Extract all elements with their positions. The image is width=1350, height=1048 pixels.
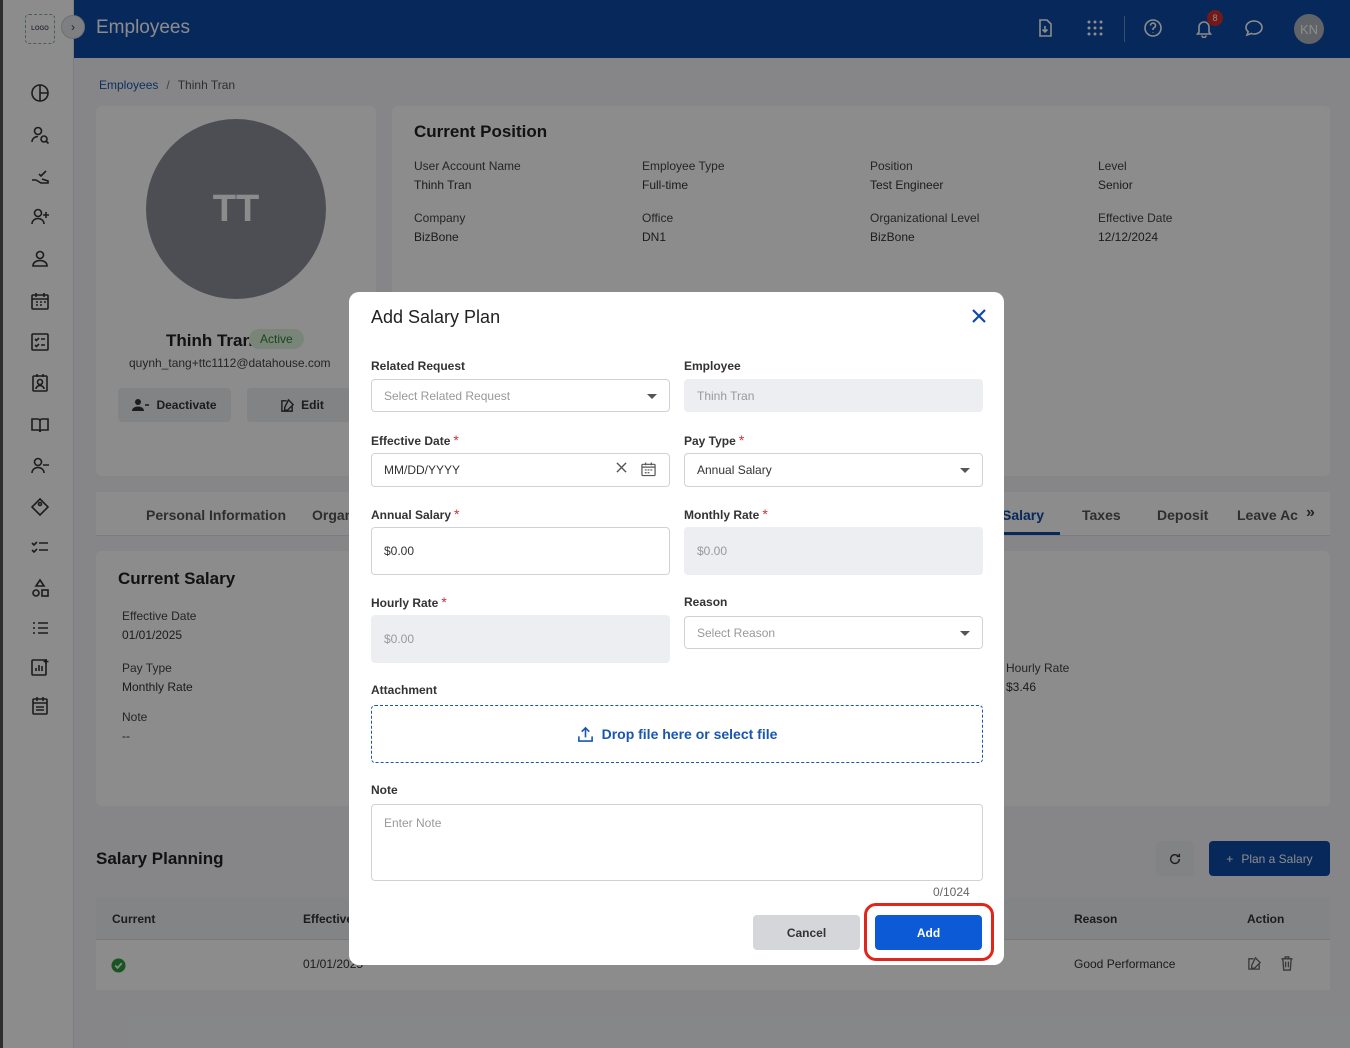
employee-value: Thinh Tran bbox=[697, 388, 755, 403]
annual-salary-input[interactable]: $0.00 bbox=[371, 527, 670, 575]
close-icon[interactable] bbox=[969, 306, 989, 326]
add-button[interactable]: Add bbox=[875, 915, 982, 950]
character-counter: 0/1024 bbox=[933, 885, 970, 899]
monthly-rate-label: Monthly Rate * bbox=[684, 506, 768, 522]
upload-icon bbox=[577, 726, 593, 742]
reason-select[interactable]: Select Reason bbox=[684, 616, 983, 649]
calendar-icon[interactable] bbox=[641, 461, 656, 480]
pay-type-label: Pay Type * bbox=[684, 432, 745, 448]
hourly-rate-value: $0.00 bbox=[384, 632, 415, 646]
monthly-rate-value: $0.00 bbox=[697, 544, 728, 558]
add-salary-plan-modal: Add Salary Plan Related Request Select R… bbox=[349, 292, 1004, 965]
related-request-select[interactable]: Select Related Request bbox=[371, 379, 670, 412]
related-request-label: Related Request bbox=[371, 359, 466, 373]
cancel-button[interactable]: Cancel bbox=[753, 915, 860, 950]
pay-type-select[interactable]: Annual Salary bbox=[684, 453, 983, 487]
chevron-down-icon bbox=[960, 630, 970, 636]
annual-salary-value: $0.00 bbox=[384, 544, 415, 558]
modal-title: Add Salary Plan bbox=[371, 307, 501, 327]
note-placeholder: Enter Note bbox=[384, 816, 442, 830]
effective-date-input[interactable]: MM/DD/YYYY bbox=[371, 453, 670, 487]
hourly-rate-field: $0.00 bbox=[371, 615, 670, 663]
effective-date-label: Effective Date * bbox=[371, 432, 459, 448]
effective-date-placeholder: MM/DD/YYYY bbox=[384, 463, 461, 477]
attachment-label: Attachment bbox=[371, 683, 438, 697]
pay-type-value: Annual Salary bbox=[697, 463, 772, 477]
reason-placeholder: Select Reason bbox=[697, 625, 776, 640]
chevron-down-icon bbox=[647, 393, 657, 399]
related-request-placeholder: Select Related Request bbox=[384, 388, 511, 403]
note-textarea[interactable]: Enter Note bbox=[371, 804, 983, 881]
employee-label: Employee bbox=[684, 359, 741, 373]
reason-label: Reason bbox=[684, 595, 728, 609]
employee-field: Thinh Tran bbox=[684, 379, 983, 412]
note-label: Note bbox=[371, 783, 398, 797]
hourly-rate-label: Hourly Rate * bbox=[371, 594, 447, 610]
drop-text: Drop file here or select file bbox=[601, 726, 778, 742]
chevron-down-icon bbox=[960, 468, 970, 473]
annual-salary-label: Annual Salary * bbox=[371, 506, 460, 522]
file-drop-zone[interactable]: Drop file here or select file bbox=[371, 705, 983, 763]
monthly-rate-field: $0.00 bbox=[684, 527, 983, 575]
clear-icon[interactable] bbox=[616, 462, 627, 476]
